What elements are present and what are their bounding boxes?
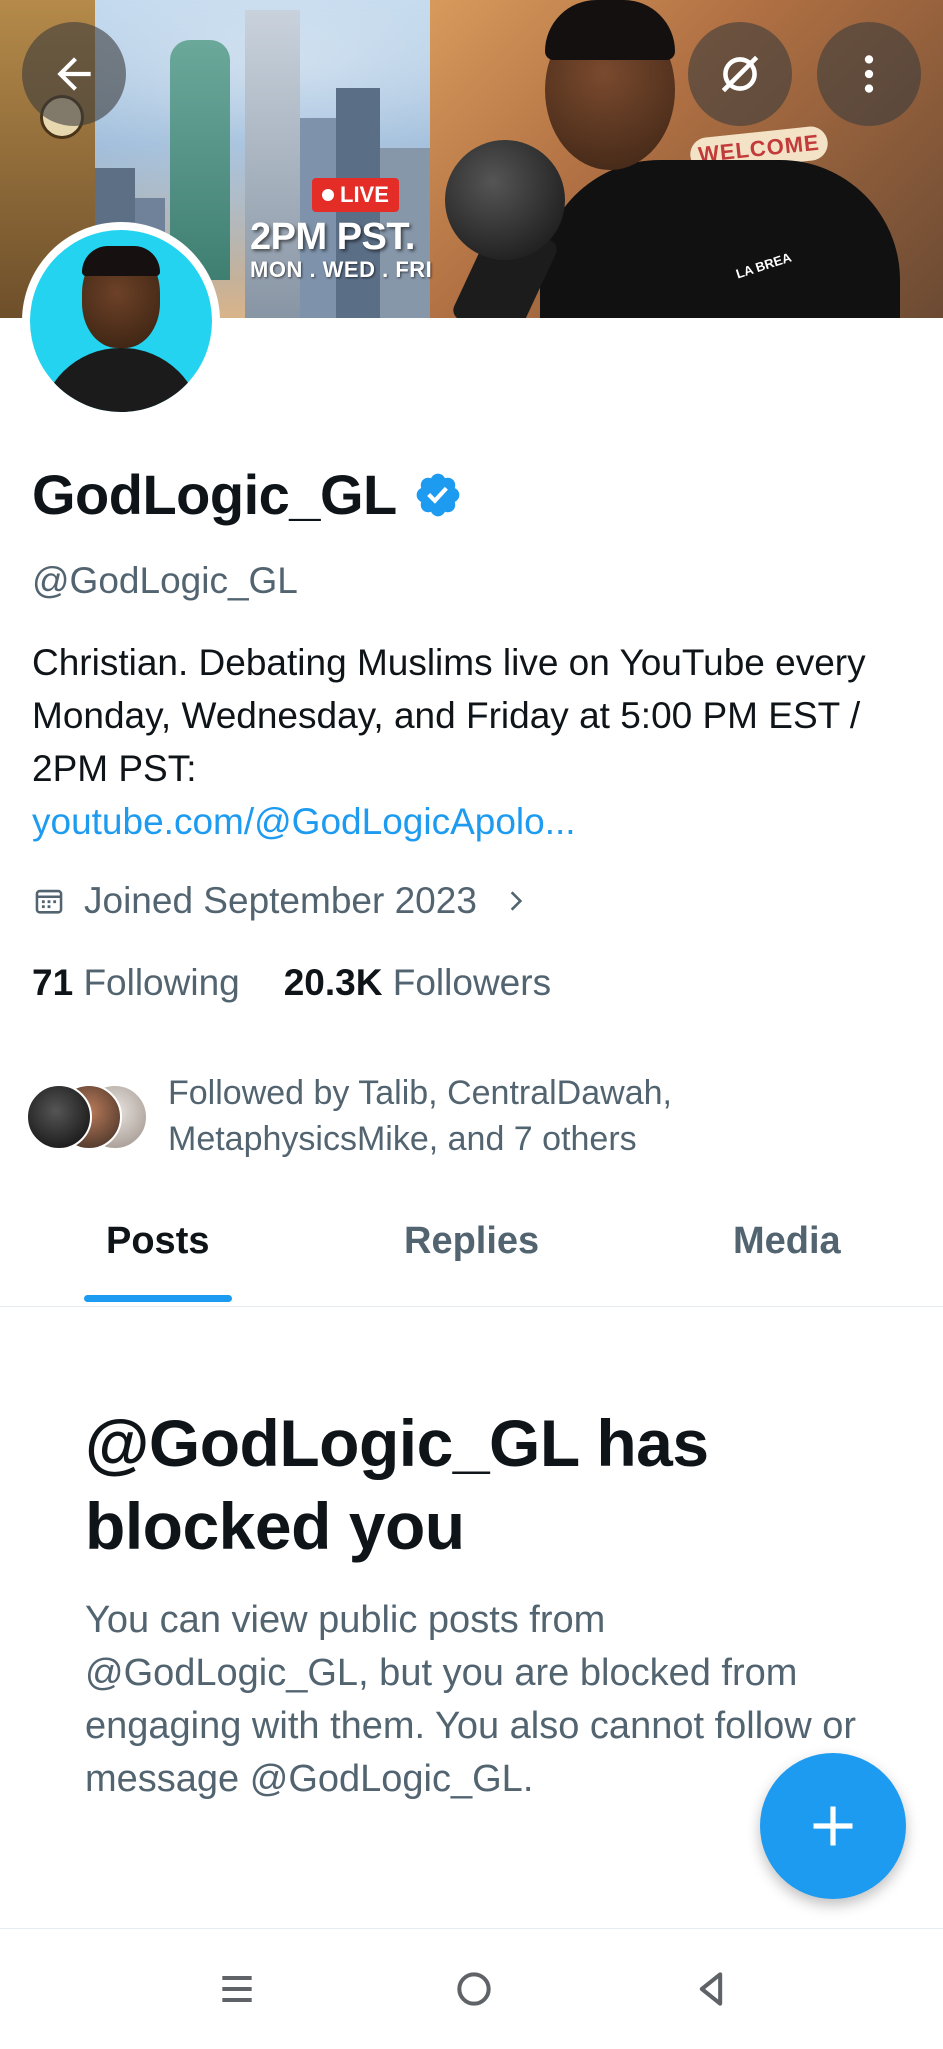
home-circle-icon [457, 1972, 491, 2006]
plus-icon [813, 1806, 853, 1846]
profile-bio: Christian. Debating Muslims live on YouT… [32, 636, 912, 848]
blocked-message: You can view public posts from @GodLogic… [85, 1599, 857, 1800]
followed-by-text: Followed by Talib, CentralDawah, Metaphy… [168, 1074, 672, 1158]
joined-text: Joined September 2023 [84, 880, 477, 921]
active-tab-indicator [84, 1295, 232, 1302]
following-stat[interactable]: 71 Following [32, 962, 240, 1004]
tab-replies[interactable]: Replies [404, 1220, 539, 1263]
joined-date-row[interactable]: Joined September 2023 [32, 880, 529, 922]
tab-posts[interactable]: Posts [106, 1220, 209, 1263]
live-badge: LIVE [312, 178, 399, 212]
back-button[interactable] [22, 22, 126, 126]
avatar-photo [30, 230, 212, 412]
banner-microphone [445, 140, 565, 260]
system-navigation-bar [0, 1928, 943, 2049]
recents-button[interactable] [213, 1965, 261, 2013]
back-triangle-icon [699, 1972, 723, 2006]
live-dot-icon [322, 189, 334, 201]
more-vertical-icon [864, 55, 874, 93]
profile-name-row: GodLogic_GL [32, 462, 463, 527]
following-count: 71 [32, 962, 74, 1003]
compose-button[interactable] [760, 1753, 906, 1899]
home-button[interactable] [450, 1965, 498, 2013]
profile-tabs: Posts Replies Media [0, 1200, 943, 1307]
followed-by-row[interactable]: Followed by Talib, CentralDawah, Metaphy… [26, 1070, 728, 1162]
followers-stat[interactable]: 20.3K Followers [284, 962, 551, 1004]
tab-media[interactable]: Media [733, 1220, 841, 1263]
recents-icon [222, 1975, 252, 2003]
bio-text: Christian. Debating Muslims live on YouT… [32, 642, 866, 789]
profile-handle: @GodLogic_GL [32, 560, 298, 601]
chevron-right-icon [510, 891, 523, 911]
verified-badge-icon[interactable] [413, 470, 463, 520]
bio-link[interactable]: youtube.com/@GodLogicApolo... [32, 795, 912, 848]
system-back-button[interactable] [687, 1965, 735, 2013]
banner-person-shirt [540, 160, 900, 318]
follower-avatar [26, 1084, 92, 1150]
follower-avatars [26, 1084, 148, 1150]
calendar-icon [35, 889, 63, 914]
no-translate-icon [721, 55, 759, 93]
blocked-title: @GodLogic_GL has blocked you [85, 1406, 709, 1563]
arrow-left-icon [57, 57, 91, 91]
profile-avatar[interactable] [22, 222, 220, 420]
followers-label: Followers [392, 962, 552, 1003]
profile-name: GodLogic_GL [32, 463, 397, 526]
translate-button[interactable] [688, 22, 792, 126]
following-label: Following [83, 962, 240, 1003]
live-label: LIVE [340, 182, 389, 207]
banner-time-text: 2PM PST. [250, 216, 415, 258]
follow-stats: 71 Following 20.3K Followers [32, 962, 551, 1004]
banner-live-promo: LIVE 2PM PST. MON . WED . FRI [250, 178, 432, 283]
banner-days-text: MON . WED . FRI [250, 257, 433, 282]
avatar-hair [82, 246, 160, 276]
avatar-body [40, 348, 202, 412]
followers-count: 20.3K [283, 962, 383, 1003]
more-options-button[interactable] [817, 22, 921, 126]
